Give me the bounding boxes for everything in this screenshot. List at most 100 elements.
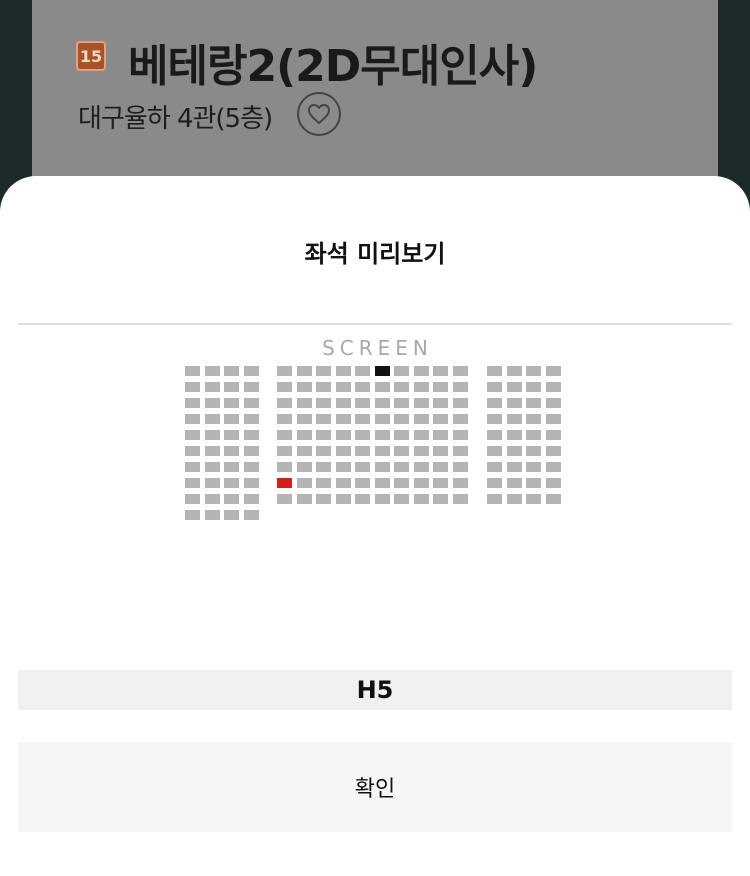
- seat[interactable]: [205, 510, 220, 520]
- seat[interactable]: [546, 414, 561, 424]
- seat[interactable]: [224, 510, 239, 520]
- seat[interactable]: [297, 462, 312, 472]
- seat[interactable]: [487, 446, 502, 456]
- seat[interactable]: [414, 462, 429, 472]
- seat[interactable]: [244, 462, 259, 472]
- seat[interactable]: [244, 430, 259, 440]
- seat[interactable]: [185, 494, 200, 504]
- seat[interactable]: [526, 446, 541, 456]
- seat[interactable]: [205, 366, 220, 376]
- seat[interactable]: [297, 446, 312, 456]
- seat[interactable]: [375, 478, 390, 488]
- seat[interactable]: [487, 462, 502, 472]
- seat[interactable]: [224, 398, 239, 408]
- seat[interactable]: [277, 398, 292, 408]
- seat[interactable]: [375, 462, 390, 472]
- seat[interactable]: [224, 478, 239, 488]
- seat[interactable]: [375, 414, 390, 424]
- seat[interactable]: [507, 382, 522, 392]
- seat[interactable]: [414, 366, 429, 376]
- seat[interactable]: [277, 494, 292, 504]
- confirm-button[interactable]: 확인: [18, 742, 732, 832]
- seat[interactable]: [185, 366, 200, 376]
- seat-selected[interactable]: [277, 478, 292, 488]
- seat[interactable]: [205, 478, 220, 488]
- seat[interactable]: [394, 382, 409, 392]
- seat[interactable]: [297, 430, 312, 440]
- seat[interactable]: [224, 366, 239, 376]
- seat[interactable]: [316, 430, 331, 440]
- seat[interactable]: [244, 382, 259, 392]
- seat[interactable]: [244, 494, 259, 504]
- seat[interactable]: [277, 414, 292, 424]
- seat[interactable]: [244, 398, 259, 408]
- seat[interactable]: [355, 366, 370, 376]
- seat[interactable]: [526, 430, 541, 440]
- seat[interactable]: [205, 398, 220, 408]
- seat[interactable]: [277, 430, 292, 440]
- seat[interactable]: [526, 494, 541, 504]
- seat[interactable]: [546, 430, 561, 440]
- seat[interactable]: [355, 478, 370, 488]
- seat[interactable]: [185, 462, 200, 472]
- seat[interactable]: [185, 398, 200, 408]
- seat[interactable]: [185, 382, 200, 392]
- seat[interactable]: [244, 478, 259, 488]
- seat[interactable]: [277, 382, 292, 392]
- seat[interactable]: [336, 398, 351, 408]
- seat[interactable]: [205, 430, 220, 440]
- seat[interactable]: [375, 398, 390, 408]
- seat[interactable]: [487, 430, 502, 440]
- seat[interactable]: [277, 462, 292, 472]
- seat[interactable]: [394, 366, 409, 376]
- seat-taken[interactable]: [375, 366, 390, 376]
- seat[interactable]: [205, 462, 220, 472]
- seat[interactable]: [336, 414, 351, 424]
- seat[interactable]: [375, 382, 390, 392]
- seat[interactable]: [526, 382, 541, 392]
- seat[interactable]: [414, 398, 429, 408]
- seat[interactable]: [433, 398, 448, 408]
- seat[interactable]: [453, 414, 468, 424]
- seat[interactable]: [297, 414, 312, 424]
- seat[interactable]: [507, 446, 522, 456]
- seat[interactable]: [185, 510, 200, 520]
- seat[interactable]: [487, 382, 502, 392]
- seat[interactable]: [316, 398, 331, 408]
- seat[interactable]: [394, 398, 409, 408]
- seat[interactable]: [244, 414, 259, 424]
- seat[interactable]: [487, 478, 502, 488]
- seat[interactable]: [316, 494, 331, 504]
- seat[interactable]: [453, 446, 468, 456]
- seat[interactable]: [453, 366, 468, 376]
- seat[interactable]: [375, 494, 390, 504]
- seat[interactable]: [546, 462, 561, 472]
- seat[interactable]: [205, 414, 220, 424]
- seat[interactable]: [433, 462, 448, 472]
- seat[interactable]: [277, 446, 292, 456]
- seat[interactable]: [414, 478, 429, 488]
- seat[interactable]: [336, 462, 351, 472]
- seat[interactable]: [336, 478, 351, 488]
- seat[interactable]: [546, 382, 561, 392]
- seat[interactable]: [526, 398, 541, 408]
- seat[interactable]: [394, 430, 409, 440]
- seat[interactable]: [433, 446, 448, 456]
- seat[interactable]: [355, 446, 370, 456]
- seat[interactable]: [355, 398, 370, 408]
- seat[interactable]: [297, 494, 312, 504]
- seat[interactable]: [433, 414, 448, 424]
- seat[interactable]: [205, 382, 220, 392]
- seat[interactable]: [453, 382, 468, 392]
- seat[interactable]: [297, 398, 312, 408]
- seat[interactable]: [224, 382, 239, 392]
- seat[interactable]: [277, 366, 292, 376]
- seat[interactable]: [375, 430, 390, 440]
- seat[interactable]: [546, 494, 561, 504]
- seat[interactable]: [394, 478, 409, 488]
- seat[interactable]: [394, 446, 409, 456]
- seat[interactable]: [487, 414, 502, 424]
- seat[interactable]: [507, 430, 522, 440]
- seat[interactable]: [414, 382, 429, 392]
- seat[interactable]: [546, 366, 561, 376]
